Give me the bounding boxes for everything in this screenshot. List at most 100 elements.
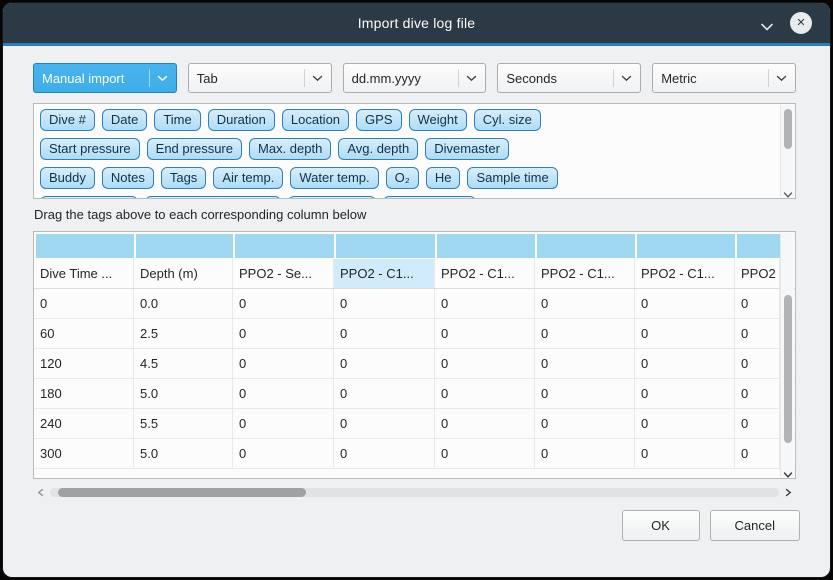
tag-he[interactable]: He (426, 167, 461, 189)
combo-manual-import[interactable]: Manual import (33, 63, 177, 93)
chevron-down-icon[interactable] (783, 186, 793, 194)
column-header[interactable]: PPO2 (735, 259, 780, 288)
table-row: 00.0000000 (34, 289, 795, 319)
table-cell: 0 (735, 439, 780, 468)
chevron-down-icon (613, 69, 632, 87)
table-cell: 0 (233, 349, 334, 378)
tag-tags[interactable]: Tags (161, 167, 206, 189)
scrollbar-thumb[interactable] (58, 488, 306, 497)
tag-avg-depth[interactable]: Avg. depth (338, 138, 418, 160)
table-cell: 0 (635, 439, 735, 468)
table-cell: 0 (735, 289, 780, 318)
table-cell: 0 (233, 409, 334, 438)
tag-cyl-size[interactable]: Cyl. size (474, 109, 541, 131)
table-cell: 0 (34, 289, 134, 318)
drop-target-cell[interactable] (235, 234, 336, 258)
cancel-button[interactable]: Cancel (710, 510, 800, 541)
tag-notes[interactable]: Notes (102, 167, 154, 189)
chevron-down-icon[interactable] (760, 19, 774, 29)
tag-gps[interactable]: GPS (356, 109, 401, 131)
table-cell: 300 (34, 439, 134, 468)
chevron-down-icon[interactable] (783, 466, 793, 474)
titlebar-accent-line (3, 43, 830, 46)
drop-target-cell[interactable] (336, 234, 437, 258)
tag-sample-cns[interactable]: Sample CNS (383, 196, 476, 199)
close-button[interactable]: ✕ (790, 12, 812, 34)
tag-sample-time[interactable]: Sample time (467, 167, 557, 189)
table-scrollbar[interactable] (780, 233, 794, 477)
column-header[interactable]: Depth (m) (134, 259, 233, 288)
table-row: 3005.0000000 (34, 439, 795, 469)
chevron-down-icon (458, 69, 477, 87)
tag-weight[interactable]: Weight (409, 109, 467, 131)
column-header[interactable]: Dive Time ... (34, 259, 134, 288)
tag-dive[interactable]: Dive # (40, 109, 95, 131)
scrollbar-thumb[interactable] (784, 109, 792, 149)
tag-water-temp[interactable]: Water temp. (290, 167, 378, 189)
table-cell: 240 (34, 409, 134, 438)
drop-target-cell[interactable] (36, 234, 136, 258)
combo-value: Tab (197, 71, 298, 86)
tag-sample-temperature[interactable]: Sample temperature (145, 196, 281, 199)
drop-target-cell[interactable] (437, 234, 537, 258)
tag-location[interactable]: Location (282, 109, 349, 131)
table-body: 00.0000000602.50000001204.50000001805.00… (34, 289, 795, 469)
combo-seconds[interactable]: Seconds (497, 63, 641, 93)
tag-duration[interactable]: Duration (208, 109, 275, 131)
table-cell: 0 (334, 379, 435, 408)
tag-divemaster[interactable]: Divemaster (425, 138, 509, 160)
combo-value: Metric (661, 71, 762, 86)
tag-date[interactable]: Date (102, 109, 147, 131)
window-title: Import dive log file (93, 3, 740, 43)
tag-start-pressure[interactable]: Start pressure (40, 138, 140, 160)
combo-value: dd.mm.yyyy (352, 71, 453, 86)
column-header[interactable]: PPO2 - C1... (635, 259, 735, 288)
tag-o[interactable]: O₂ (386, 167, 419, 189)
drop-target-cell[interactable] (637, 234, 737, 258)
column-header[interactable]: PPO2 - C1... (535, 259, 635, 288)
tag-time[interactable]: Time (154, 109, 200, 131)
drop-target-cell[interactable] (537, 234, 637, 258)
tag-scrollbar[interactable] (780, 105, 794, 197)
table-cell: 0 (334, 409, 435, 438)
table-cell: 0 (233, 379, 334, 408)
column-header[interactable]: PPO2 - Se... (233, 259, 334, 288)
table-cell: 5.5 (134, 409, 233, 438)
column-header[interactable]: PPO2 - C1... (334, 259, 435, 288)
combo-dd-mm-yyyy[interactable]: dd.mm.yyyy (343, 63, 487, 93)
button-row: OK Cancel (622, 510, 800, 541)
tag-air-temp[interactable]: Air temp. (213, 167, 283, 189)
scrollbar-thumb[interactable] (784, 295, 792, 443)
table-cell: 0 (435, 379, 535, 408)
table-cell: 180 (34, 379, 134, 408)
tag-buddy[interactable]: Buddy (40, 167, 95, 189)
table-cell: 0 (233, 289, 334, 318)
drop-target-cell[interactable] (136, 234, 235, 258)
titlebar: Import dive log file ✕ (3, 3, 830, 43)
horizontal-scrollbar[interactable] (33, 484, 796, 500)
drop-target-cell[interactable] (737, 234, 782, 258)
table-cell: 4.5 (134, 349, 233, 378)
table-cell: 0 (735, 349, 780, 378)
ok-button[interactable]: OK (622, 510, 700, 541)
close-icon: ✕ (790, 12, 812, 34)
tag-sample-depth[interactable]: Sample depth (40, 196, 138, 199)
column-header[interactable]: PPO2 - C1... (435, 259, 535, 288)
header-row: Dive Time ...Depth (m)PPO2 - Se...PPO2 -… (34, 259, 795, 289)
tag-end-pressure[interactable]: End pressure (147, 138, 242, 160)
tag-row: Sample depth Sample temperature Sample pO₂… (40, 196, 771, 199)
chevron-right-icon[interactable] (783, 488, 793, 497)
tag-row: Dive # Date Time Duration Location GPS Weight C… (40, 109, 771, 131)
combo-tab[interactable]: Tab (188, 63, 332, 93)
combo-metric[interactable]: Metric (652, 63, 796, 93)
tag-sample-po[interactable]: Sample pO₂ (288, 196, 376, 199)
instruction-text: Drag the tags above to each correspondin… (34, 207, 366, 222)
chevron-left-icon[interactable] (36, 488, 46, 497)
table-cell: 0 (735, 319, 780, 348)
scrollbar-track[interactable] (50, 488, 779, 497)
table-cell: 0 (435, 349, 535, 378)
table-cell: 0 (635, 289, 735, 318)
tag-max-depth[interactable]: Max. depth (249, 138, 331, 160)
tag-list: Dive # Date Time Duration Location GPS Weight C… (34, 104, 795, 199)
table-cell: 0 (334, 349, 435, 378)
